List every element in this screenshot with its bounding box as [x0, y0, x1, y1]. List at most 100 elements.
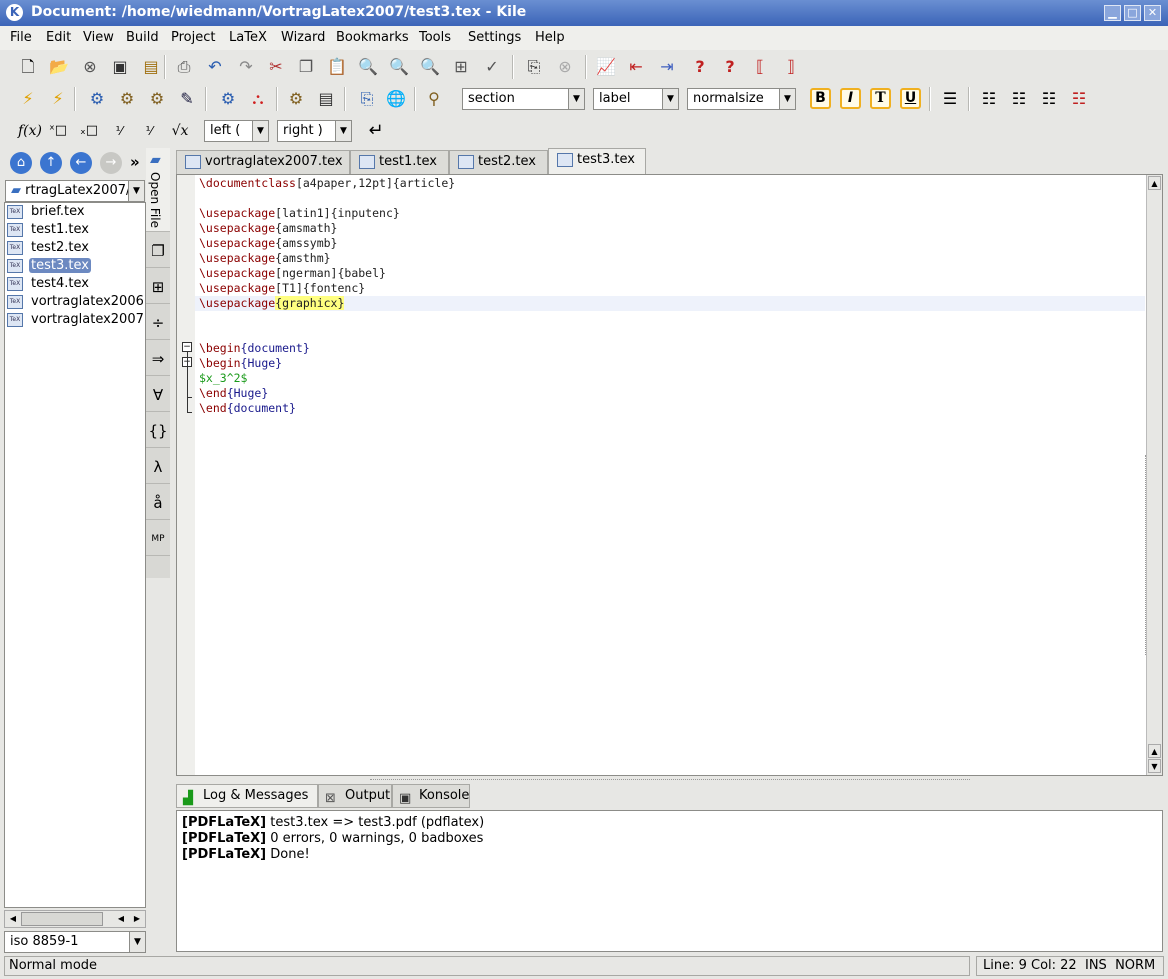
view-html-icon[interactable]: ▤	[314, 87, 338, 111]
prev-bullet-icon[interactable]: ⇤	[624, 55, 648, 79]
close-window-button[interactable]: ✕	[1144, 5, 1161, 21]
copy-icon[interactable]: ❐	[294, 55, 318, 79]
section-combo[interactable]: section ▼	[462, 88, 585, 110]
scroll-up-icon[interactable]: ▲	[1148, 744, 1161, 758]
pdflatex-icon[interactable]: ⚙	[216, 87, 240, 111]
dfrac-icon[interactable]: ⅟	[137, 119, 161, 143]
tab-output[interactable]: ⊠ Output	[318, 784, 392, 808]
scroll-right-icon[interactable]: ▶	[131, 913, 143, 925]
latex-build-icon[interactable]: ⚡	[46, 87, 70, 111]
undo-icon[interactable]: ↶	[203, 55, 227, 79]
view-pdf-icon[interactable]: ⛬	[246, 87, 270, 111]
lambda-icon[interactable]: λ	[146, 450, 170, 484]
prev-error-icon[interactable]: ?	[688, 55, 712, 79]
stop-icon[interactable]: ⊗	[553, 55, 577, 79]
log-area[interactable]: [PDFLaTeX] test3.tex => test3.pdf (pdfla…	[176, 810, 1163, 952]
tab-konsole[interactable]: ▣ Konsole	[392, 784, 470, 808]
menu-tools[interactable]: Tools	[419, 30, 451, 45]
bold-button[interactable]: B	[810, 88, 831, 109]
view-dvi-icon[interactable]: ⚙	[85, 87, 109, 111]
prev-warning-icon[interactable]: ⟦	[748, 55, 772, 79]
tab-log-messages[interactable]: ▟ Log & Messages	[176, 784, 318, 808]
list-item[interactable]: TeX brief.tex	[7, 203, 143, 221]
fold-icon[interactable]: −	[182, 342, 192, 352]
arrow-icon[interactable]: ⇒	[146, 342, 170, 376]
function-button[interactable]: f(x)	[16, 119, 44, 143]
italic-button[interactable]: I	[840, 88, 861, 109]
web-icon[interactable]: 🌐	[384, 87, 408, 111]
mp-icon[interactable]: MP	[146, 522, 170, 556]
menu-edit[interactable]: Edit	[46, 30, 71, 45]
menu-file[interactable]: File	[10, 30, 32, 45]
subscript-icon[interactable]: ˣ□	[46, 119, 70, 143]
tab-test3[interactable]: test3.tex	[548, 148, 646, 174]
a-ring-icon[interactable]: å	[146, 486, 170, 520]
paste-icon[interactable]: 📋	[325, 55, 349, 79]
scroll-down-icon[interactable]: ▼	[1148, 759, 1161, 773]
forward-search-icon[interactable]: ⎘	[355, 87, 379, 111]
right-delimiter-combo[interactable]: right ) ▼	[277, 120, 352, 142]
structure-tree-icon[interactable]: ⊞	[449, 55, 473, 79]
up-icon[interactable]: ↑	[40, 152, 62, 174]
list-item-selected[interactable]: TeX test3.tex	[7, 257, 143, 275]
path-combo[interactable]: ▰ rtragLatex2007/ ▼	[5, 180, 145, 202]
list-item[interactable]: TeX test4.tex	[7, 275, 143, 293]
latex-html-icon[interactable]: ⚙	[284, 87, 308, 111]
list-item[interactable]: TeX vortraglatex2007.t	[7, 311, 143, 329]
scroll-left-icon[interactable]: ◀	[115, 913, 127, 925]
print-icon[interactable]: ⎙	[172, 55, 196, 79]
newline-button[interactable]: ↵	[364, 119, 388, 143]
editor-vscroll[interactable]: ▲ ▲ ▼	[1146, 175, 1162, 775]
label-combo[interactable]: label ▼	[593, 88, 679, 110]
dvi-pdf-icon[interactable]: ⚙	[145, 87, 169, 111]
item-icon[interactable]: ☷	[1067, 87, 1091, 111]
find-icon[interactable]: 🔍	[356, 55, 380, 79]
minimize-button[interactable]: ▁	[1104, 5, 1121, 21]
tab-test2[interactable]: test2.tex	[449, 150, 548, 174]
encoding-combo[interactable]: iso 8859-1 ▼	[4, 931, 146, 953]
more-icon[interactable]: »	[130, 153, 140, 171]
files-icon[interactable]: ❐	[146, 234, 170, 268]
redo-icon[interactable]: ↷	[234, 55, 258, 79]
fraction-icon[interactable]: ⅟	[107, 119, 131, 143]
list-item[interactable]: TeX test1.tex	[7, 221, 143, 239]
open-file-tab[interactable]: ▰ Open File	[146, 148, 170, 232]
superscript-icon[interactable]: ₓ□	[77, 119, 101, 143]
tab-vortraglatex2007[interactable]: vortraglatex2007.tex	[176, 150, 350, 174]
quickpreview-icon[interactable]: ⎘	[522, 55, 546, 79]
description-icon[interactable]: ☷	[1037, 87, 1061, 111]
structure-icon[interactable]: ⊞	[146, 270, 170, 304]
scroll-up-icon[interactable]: ▲	[1148, 176, 1161, 190]
dvi-ps-icon[interactable]: ⚙	[115, 87, 139, 111]
next-error-icon[interactable]: ?	[718, 55, 742, 79]
code-editor[interactable]: − − \documentclass[a4paper,12pt]{article…	[176, 174, 1163, 776]
typewriter-button[interactable]: T	[870, 88, 891, 109]
enumerate-icon[interactable]: ☷	[1007, 87, 1031, 111]
next-warning-icon[interactable]: ⟧	[779, 55, 803, 79]
cut-icon[interactable]: ✂	[264, 55, 288, 79]
menu-bookmarks[interactable]: Bookmarks	[336, 30, 409, 45]
next-bullet-icon[interactable]: ⇥	[655, 55, 679, 79]
home-icon[interactable]: ⌂	[10, 152, 32, 174]
back-icon[interactable]: ←	[70, 152, 92, 174]
menu-build[interactable]: Build	[126, 30, 159, 45]
quickbuild-icon[interactable]: ⚡	[16, 87, 40, 111]
underline-button[interactable]: U	[900, 88, 921, 109]
menu-project[interactable]: Project	[171, 30, 215, 45]
view-ps-icon[interactable]: ✎	[175, 87, 199, 111]
save-icon[interactable]: ▣	[108, 55, 132, 79]
menu-help[interactable]: Help	[535, 30, 565, 45]
size-combo[interactable]: normalsize ▼	[687, 88, 796, 110]
menu-settings[interactable]: Settings	[468, 30, 521, 45]
braces-icon[interactable]: {}	[146, 414, 170, 448]
scroll-thumb[interactable]	[21, 912, 103, 926]
center-align-icon[interactable]: ☰	[938, 87, 962, 111]
tab-test1[interactable]: test1.tex	[350, 150, 449, 174]
menu-latex[interactable]: LaTeX	[229, 30, 267, 45]
forward-icon[interactable]: →	[100, 152, 122, 174]
spellcheck-icon[interactable]: ✓	[480, 55, 504, 79]
left-delimiter-combo[interactable]: left (▼	[204, 120, 269, 142]
forall-icon[interactable]: ∀	[146, 378, 170, 412]
maximize-button[interactable]: □	[1124, 5, 1141, 21]
list-item[interactable]: TeX test2.tex	[7, 239, 143, 257]
